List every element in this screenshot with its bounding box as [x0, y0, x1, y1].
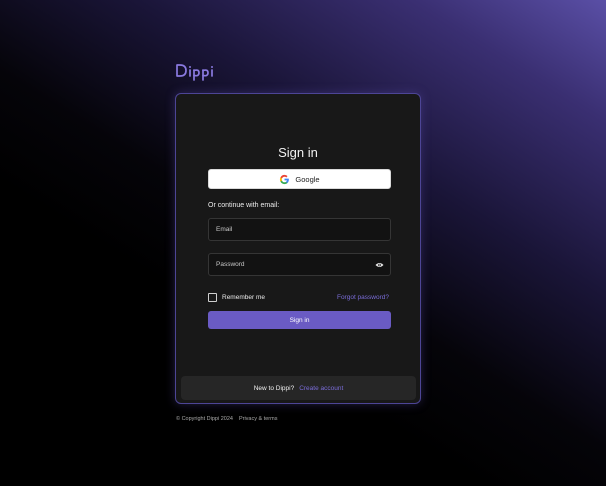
signin-submit-label: Sign in — [289, 316, 310, 324]
remember-me-row: Remember me — [208, 293, 265, 302]
copyright-text: © Copyright Dippi 2024 — [176, 416, 233, 422]
remember-me-label[interactable]: Remember me — [222, 294, 265, 301]
google-button-label: Google — [295, 174, 320, 184]
signin-submit-button[interactable]: Sign in — [208, 311, 391, 329]
email-field-container — [208, 218, 391, 241]
signup-prompt-text: New to Dippi? — [253, 384, 295, 392]
password-field-container — [208, 253, 391, 276]
eye-icon[interactable] — [375, 261, 384, 269]
email-divider-text: Or continue with email: — [208, 202, 280, 209]
privacy-terms-link[interactable]: Privacy & terms — [239, 416, 278, 422]
password-field[interactable] — [209, 254, 390, 275]
dippi-logo — [176, 64, 213, 81]
signin-title: Sign in — [278, 145, 318, 160]
remember-me-checkbox[interactable] — [208, 293, 217, 302]
signin-card: Sign in Google Or continue with email: R… — [175, 93, 421, 404]
create-account-link[interactable]: Create account — [299, 385, 343, 392]
forgot-password-link[interactable]: Forgot password? — [337, 294, 389, 301]
google-signin-button[interactable]: Google — [208, 169, 391, 189]
google-icon — [280, 174, 290, 184]
signup-prompt-bar: New to Dippi? Create account — [181, 376, 416, 400]
email-field[interactable] — [209, 219, 390, 240]
page-footer: © Copyright Dippi 2024 Privacy & terms — [176, 416, 277, 422]
